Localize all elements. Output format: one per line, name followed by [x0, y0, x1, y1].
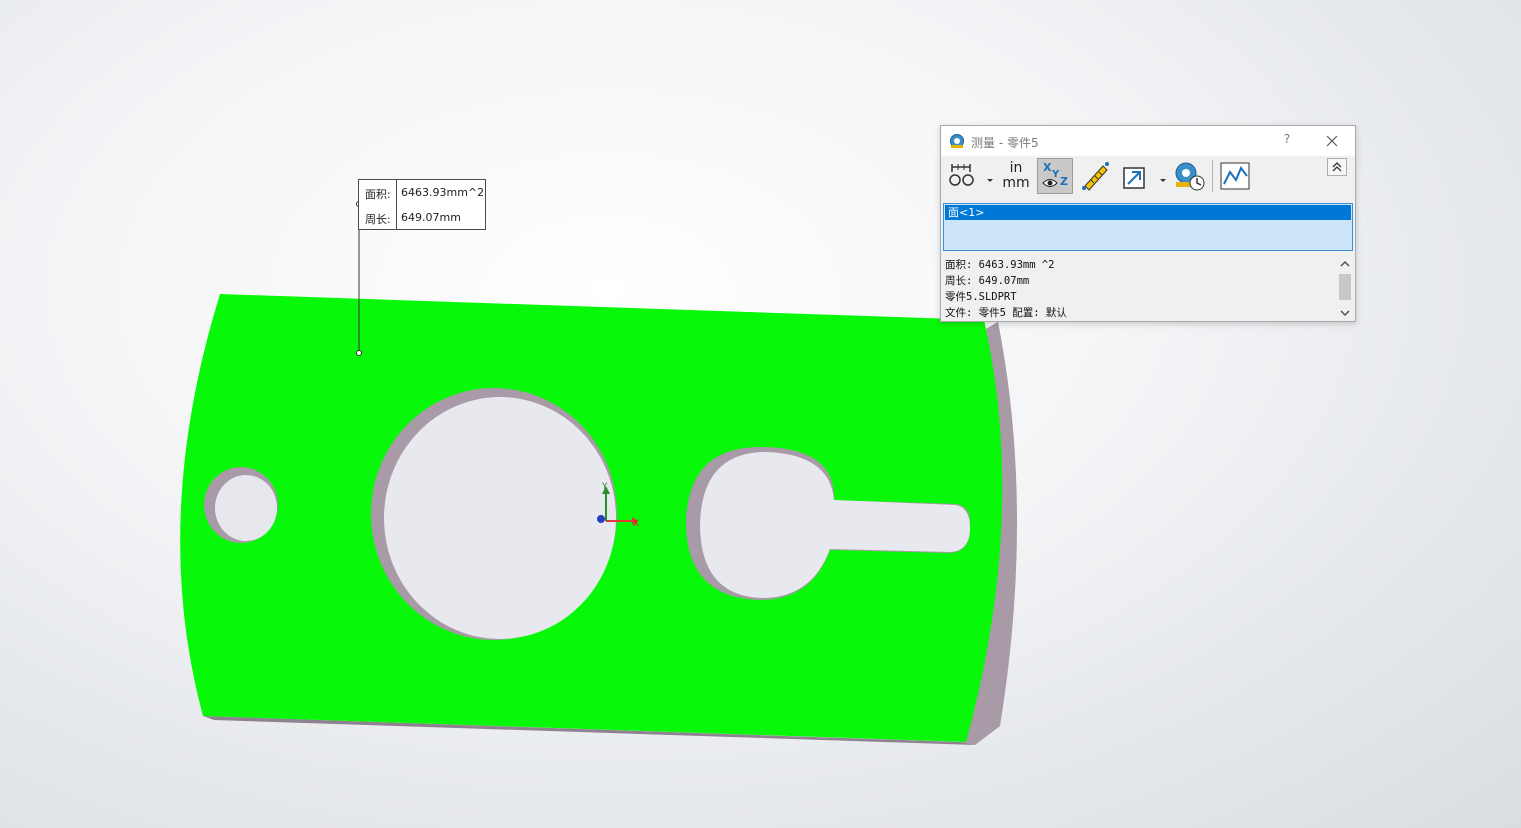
y-axis-label: Y	[601, 482, 608, 492]
svg-text:Y: Y	[1051, 169, 1060, 180]
perimeter-label: 周长:	[365, 213, 391, 226]
create-sensor-button[interactable]	[1217, 158, 1253, 194]
measure-toolbar: in mm X Y Z	[941, 156, 1355, 198]
show-xyz-measurements-icon: X Y Z	[1042, 161, 1068, 188]
double-chevron-up-icon	[1332, 162, 1342, 172]
units-precision-button[interactable]: in mm	[998, 158, 1034, 194]
callout-area-row: 面积: 6463.93mm^2	[359, 180, 485, 204]
toolbar-separator	[1212, 160, 1213, 192]
selection-box[interactable]: 面<1>	[943, 203, 1353, 251]
chevron-down-icon	[1160, 179, 1166, 182]
chevron-down-icon	[987, 179, 993, 182]
x-axis-label: X	[633, 519, 639, 529]
close-icon	[1326, 135, 1338, 147]
result-line: 零件5.SLDPRT	[945, 291, 1017, 303]
measure-callout[interactable]: 面积: 6463.93mm^2 周长: 649.07mm	[358, 179, 486, 230]
chevron-down-icon	[1340, 310, 1350, 316]
create-sensor-icon	[1220, 162, 1250, 190]
measure-dialog[interactable]: 测量 - 零件5 ? in mm X Y Z 面<1> 面积: 6463.93m…	[940, 125, 1356, 322]
point-to-point-button[interactable]	[1077, 158, 1113, 194]
svg-text:X: X	[1043, 161, 1052, 174]
dialog-title: 测量 - 零件5	[971, 136, 1039, 150]
units-mm-label: mm	[1002, 175, 1030, 191]
results-scrollbar[interactable]	[1337, 256, 1353, 319]
measure-tape-icon	[949, 133, 965, 153]
help-button[interactable]: ?	[1277, 132, 1297, 150]
arc-circle-measure-button[interactable]	[945, 158, 981, 194]
scroll-down-button[interactable]	[1337, 305, 1353, 319]
chevron-up-icon	[1340, 261, 1350, 267]
hole-small	[215, 475, 277, 541]
area-value: 6463.93mm^2	[401, 186, 485, 199]
units-in-label: in	[1009, 160, 1023, 176]
result-line: 文件: 零件5 配置: 默认	[945, 307, 1067, 319]
results-panel: 面积: 6463.93mm ^2 周长: 649.07mm 零件5.SLDPRT…	[943, 256, 1339, 319]
result-line: 面积: 6463.93mm ^2	[945, 259, 1055, 271]
arc-circle-measure-icon	[949, 164, 974, 186]
arc-options-dropdown[interactable]	[985, 170, 995, 182]
point-to-point-icon	[1082, 162, 1109, 191]
projection-select-icon	[1123, 167, 1145, 189]
measurement-history-button[interactable]	[1172, 158, 1208, 194]
projection-options-dropdown[interactable]	[1158, 170, 1168, 182]
show-xyz-button[interactable]: X Y Z	[1037, 158, 1073, 194]
perimeter-value: 649.07mm	[401, 211, 461, 224]
scroll-up-button[interactable]	[1337, 256, 1353, 270]
selected-entity[interactable]: 面<1>	[945, 205, 1351, 220]
collapse-button[interactable]	[1327, 158, 1347, 176]
hole-large	[384, 397, 616, 639]
scroll-thumb[interactable]	[1339, 274, 1351, 300]
dialog-titlebar[interactable]: 测量 - 零件5 ?	[941, 126, 1355, 156]
area-label: 面积:	[365, 188, 391, 201]
result-line: 周长: 649.07mm	[945, 275, 1030, 287]
measurement-history-icon	[1175, 162, 1205, 191]
callout-perimeter-row: 周长: 649.07mm	[359, 205, 485, 229]
projection-select-button[interactable]	[1118, 158, 1154, 194]
svg-text:Z: Z	[1060, 175, 1068, 188]
callout-anchor	[356, 350, 362, 356]
close-button[interactable]	[1321, 130, 1343, 152]
